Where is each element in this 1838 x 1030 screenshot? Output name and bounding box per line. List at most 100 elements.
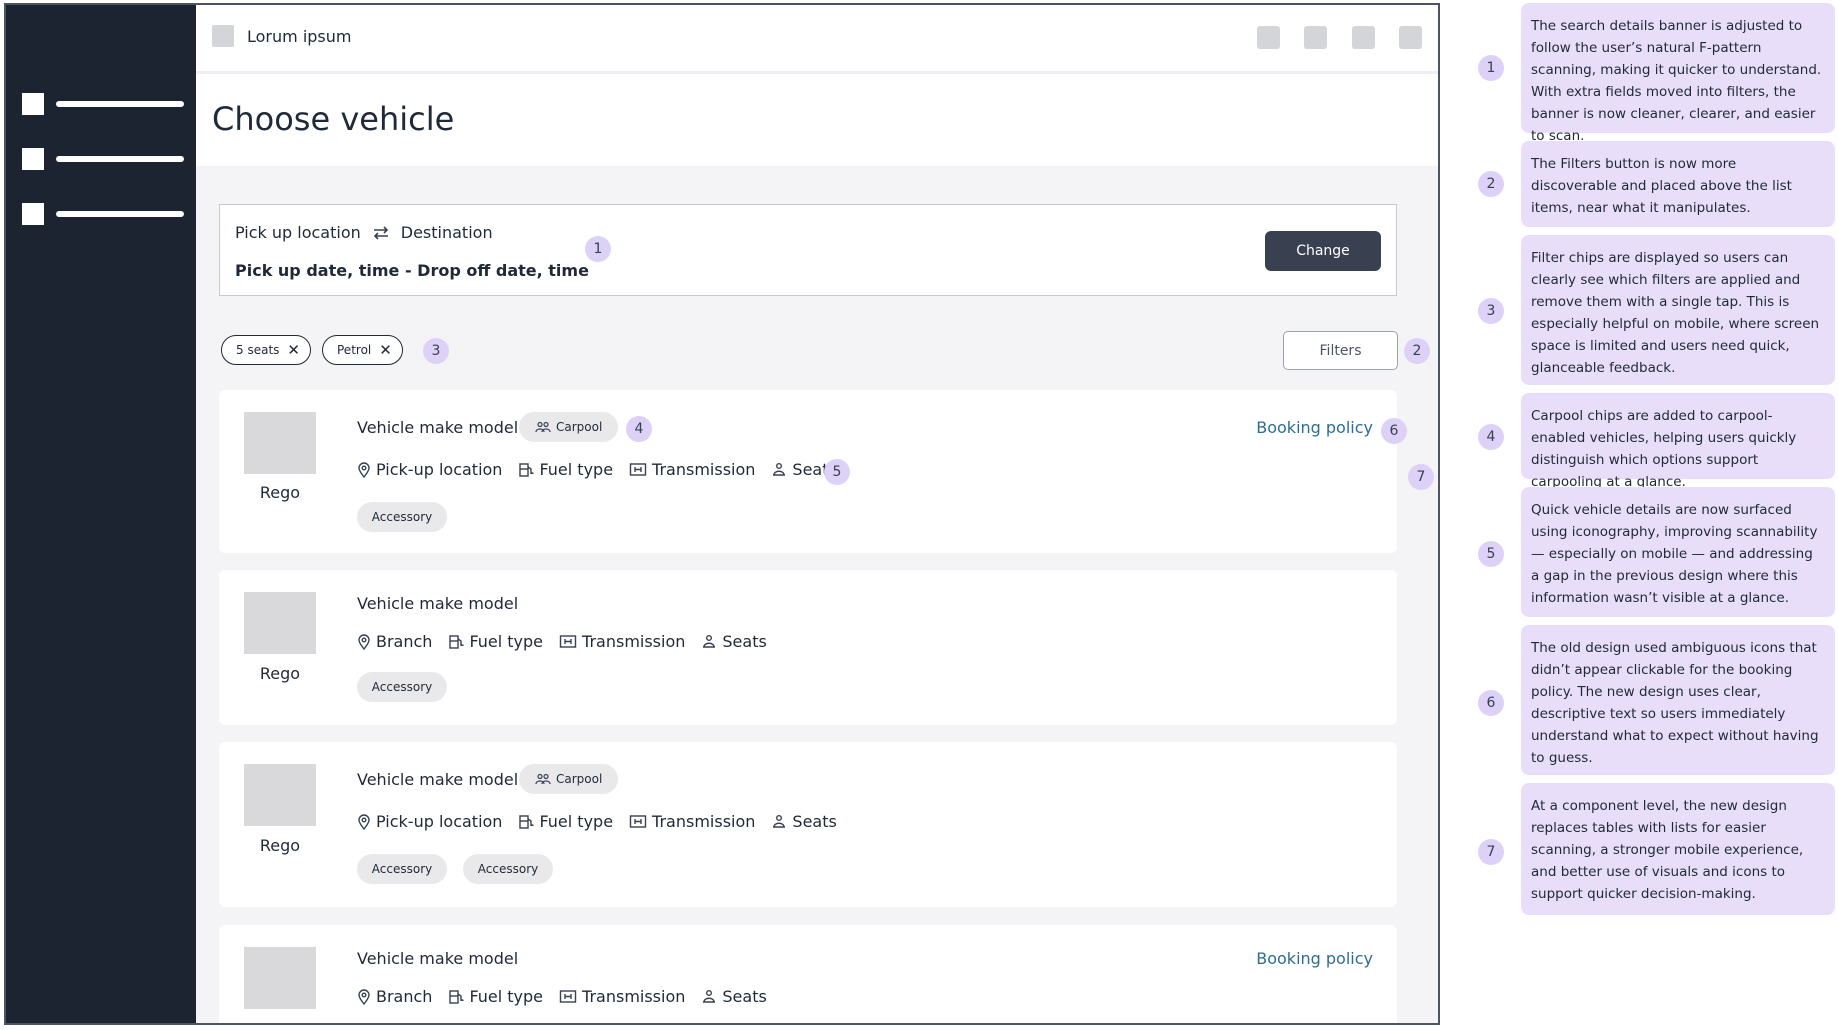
fuel-pump-icon — [519, 462, 535, 477]
people-icon — [535, 773, 551, 785]
transmission-detail: Transmission — [559, 632, 685, 651]
location-pin-icon — [358, 813, 370, 830]
sidebar-item-icon — [22, 203, 44, 225]
vehicle-details: Branch Fuel type Transmission Seats — [357, 632, 783, 651]
annotation-marker-6: 6 — [1478, 690, 1504, 716]
vehicle-details: Branch Fuel type Transmission Seats — [357, 987, 783, 1006]
location-label: Pick-up location — [376, 460, 503, 479]
location-detail: Branch — [357, 632, 432, 651]
sidebar-item-label-placeholder — [56, 101, 184, 107]
seats-detail: Seats — [771, 812, 837, 831]
sidebar-item-label-placeholder — [56, 211, 184, 217]
gearbox-icon — [629, 462, 647, 476]
topbar-icon-2[interactable] — [1304, 26, 1327, 49]
annotation-note-3: Filter chips are displayed so users can … — [1521, 235, 1835, 385]
fuel-label: Fuel type — [469, 987, 544, 1006]
fuel-pump-icon — [449, 989, 465, 1004]
swap-icon — [371, 224, 391, 242]
accessory-chip: Accessory — [463, 854, 553, 884]
fuel-label: Fuel type — [539, 812, 614, 831]
booking-policy-link[interactable]: Booking policy — [1256, 949, 1373, 968]
seats-label: Seats — [722, 987, 767, 1006]
location-detail: Pick-up location — [357, 812, 502, 831]
fuel-label: Fuel type — [539, 460, 614, 479]
sidebar-item-1[interactable] — [22, 93, 186, 115]
vehicle-name: Vehicle make model — [357, 770, 519, 789]
vehicle-card[interactable]: Rego Vehicle make model Carpool Pick-up … — [219, 390, 1397, 553]
fuel-label: Fuel type — [469, 632, 544, 651]
filter-chip-label: 5 seats — [236, 343, 280, 357]
close-icon[interactable]: ✕ — [379, 342, 392, 358]
seat-icon — [703, 634, 716, 648]
sidebar-item-icon — [22, 93, 44, 115]
transmission-label: Transmission — [582, 632, 686, 651]
topbar-icon-4[interactable] — [1399, 26, 1422, 49]
seat-icon — [703, 989, 716, 1003]
fuel-detail: Fuel type — [448, 632, 543, 651]
gearbox-icon — [629, 814, 647, 828]
app-title: Lorum ipsum — [247, 27, 352, 46]
vehicle-card[interactable]: Rego Vehicle make model Carpool Pick-up … — [219, 742, 1397, 907]
location-detail: Branch — [357, 987, 432, 1006]
vehicle-card[interactable]: Vehicle make model Branch Fuel type Tran… — [219, 925, 1397, 1023]
fuel-detail: Fuel type — [518, 460, 613, 479]
transmission-label: Transmission — [652, 460, 756, 479]
vehicle-rego: Rego — [259, 483, 301, 502]
top-bar: Lorum ipsum — [196, 5, 1438, 74]
location-pin-icon — [358, 461, 370, 478]
sidebar-item-2[interactable] — [22, 148, 186, 170]
vehicle-rego: Rego — [259, 664, 301, 683]
transmission-detail: Transmission — [629, 812, 755, 831]
transmission-detail: Transmission — [559, 987, 685, 1006]
booking-policy-link[interactable]: Booking policy — [1256, 418, 1373, 437]
change-search-button[interactable]: Change — [1265, 231, 1381, 271]
annotation-note-7: At a component level, the new design rep… — [1521, 783, 1835, 915]
annotation-marker-7: 7 — [1478, 839, 1504, 865]
vehicle-image — [244, 592, 316, 654]
annotation-marker-1: 1 — [1478, 55, 1504, 81]
annotation-badge-3: 3 — [423, 338, 449, 364]
carpool-chip: Carpool — [519, 412, 619, 442]
gearbox-icon — [559, 989, 577, 1003]
filters-button[interactable]: Filters — [1283, 331, 1398, 370]
gearbox-icon — [559, 634, 577, 648]
seats-detail: Seats — [701, 987, 767, 1006]
transmission-detail: Transmission — [629, 460, 755, 479]
vehicle-card[interactable]: Rego Vehicle make model Branch Fuel type… — [219, 570, 1397, 725]
filter-chip-label: Petrol — [337, 343, 372, 357]
app-logo — [212, 25, 234, 47]
annotation-badge-6: 6 — [1381, 418, 1407, 444]
filter-chip-fuel[interactable]: Petrol ✕ — [322, 335, 403, 365]
topbar-icon-3[interactable] — [1352, 26, 1375, 49]
fuel-detail: Fuel type — [518, 812, 613, 831]
carpool-label: Carpool — [556, 772, 603, 786]
annotation-note-1: The search details banner is adjusted to… — [1521, 3, 1835, 144]
sidebar — [6, 5, 196, 1023]
annotation-badge-4: 4 — [626, 416, 652, 442]
fuel-detail: Fuel type — [448, 987, 543, 1006]
vehicle-details: Pick-up location Fuel type Transmission … — [357, 812, 853, 831]
vehicle-name: Vehicle make model — [357, 949, 519, 968]
annotation-marker-3: 3 — [1478, 298, 1504, 324]
annotation-note-4: Carpool chips are added to carpool-enabl… — [1521, 393, 1835, 490]
location-detail: Pick-up location — [357, 460, 502, 479]
people-icon — [535, 421, 551, 433]
seats-label: Seats — [792, 812, 837, 831]
sidebar-item-3[interactable] — [22, 203, 186, 225]
filter-chip-seats[interactable]: 5 seats ✕ — [221, 335, 311, 365]
fuel-pump-icon — [519, 814, 535, 829]
accessory-chip: Accessory — [357, 854, 447, 884]
topbar-icon-1[interactable] — [1257, 26, 1280, 49]
annotation-marker-4: 4 — [1478, 424, 1504, 450]
annotation-badge-5: 5 — [824, 459, 850, 485]
location-pin-icon — [358, 988, 370, 1005]
accessory-chip: Accessory — [357, 672, 447, 702]
close-icon[interactable]: ✕ — [287, 342, 300, 358]
seats-label: Seats — [722, 632, 767, 651]
annotation-badge-7: 7 — [1408, 464, 1434, 490]
page-header: Choose vehicle — [196, 74, 1438, 166]
vehicle-details: Pick-up location Fuel type Transmission … — [357, 460, 853, 479]
transmission-label: Transmission — [582, 987, 686, 1006]
sidebar-item-label-placeholder — [56, 156, 184, 162]
annotation-marker-5: 5 — [1478, 541, 1504, 567]
